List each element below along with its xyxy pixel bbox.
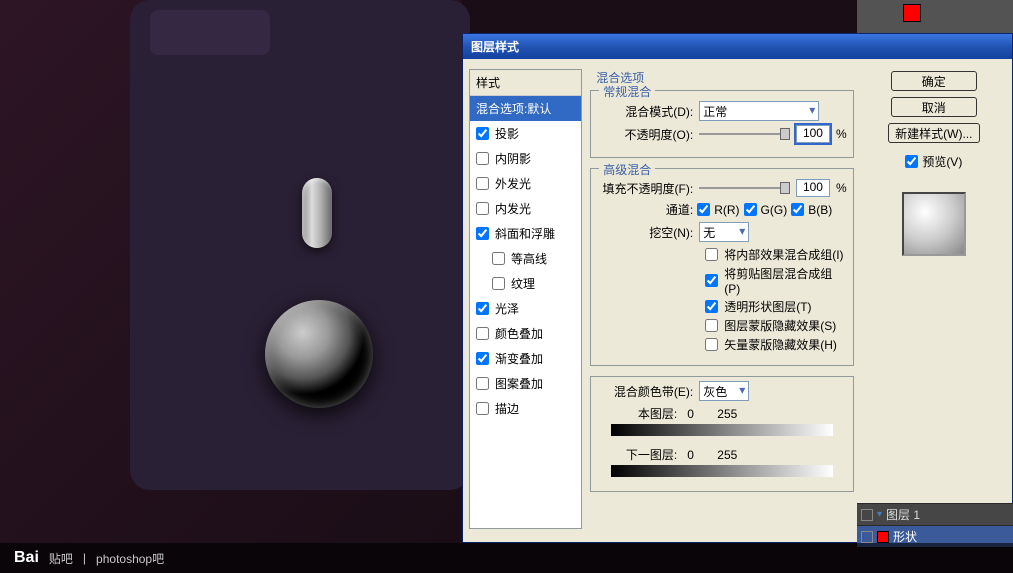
channel-r[interactable] bbox=[697, 203, 710, 216]
layers-panel: ▾ 图层 1 形状 bbox=[857, 503, 1013, 543]
style-contour[interactable]: 等高线 bbox=[470, 246, 581, 271]
watermark-bar: Bai 贴吧 | photoshop吧 bbox=[0, 543, 1013, 573]
tieba-label: 贴吧 bbox=[49, 550, 73, 567]
knockout-label: 挖空(N): bbox=[597, 224, 693, 241]
opacity-label: 不透明度(O): bbox=[597, 126, 693, 143]
sensor-pill bbox=[302, 178, 332, 248]
style-bevel[interactable]: 斜面和浮雕 bbox=[470, 221, 581, 246]
forum-name: photoshop吧 bbox=[96, 550, 164, 567]
device-body bbox=[130, 0, 470, 490]
style-gradient-overlay[interactable]: 渐变叠加 bbox=[470, 346, 581, 371]
blend-if-label: 混合颜色带(E): bbox=[597, 383, 693, 400]
blend-if-group: 混合颜色带(E): 灰色 ▾ 本图层: 0 255 下一图层: 0 255 bbox=[590, 376, 853, 492]
opt-vectormask[interactable] bbox=[705, 338, 718, 351]
shape-swatch bbox=[877, 531, 889, 543]
opt-transparency[interactable] bbox=[705, 300, 718, 313]
general-legend: 常规混合 bbox=[599, 83, 655, 100]
foreground-swatch[interactable] bbox=[903, 4, 921, 22]
channel-g[interactable] bbox=[744, 203, 757, 216]
styles-list: 样式 混合选项:默认 投影 内阴影 外发光 内发光 斜面和浮雕 等高线 纹理 光… bbox=[469, 69, 582, 529]
new-style-button[interactable]: 新建样式(W)... bbox=[888, 123, 980, 143]
cancel-button[interactable]: 取消 bbox=[891, 97, 977, 117]
style-blend-default[interactable]: 混合选项:默认 bbox=[470, 96, 581, 121]
ok-button[interactable]: 确定 bbox=[891, 71, 977, 91]
under-layer-label: 下一图层: bbox=[597, 446, 677, 463]
style-outer-glow[interactable]: 外发光 bbox=[470, 171, 581, 196]
device-notch bbox=[150, 10, 270, 55]
fill-opacity-slider[interactable] bbox=[699, 187, 790, 189]
opt-interior[interactable] bbox=[705, 248, 718, 261]
style-stroke[interactable]: 描边 bbox=[470, 396, 581, 421]
visibility-icon[interactable] bbox=[861, 509, 873, 521]
style-inner-shadow[interactable]: 内阴影 bbox=[470, 146, 581, 171]
advanced-blend-group: 高级混合 填充不透明度(F): 100 % 通道: R(R) G(G) B(B)… bbox=[590, 168, 853, 366]
styles-header: 样式 bbox=[470, 70, 581, 96]
preview-label: 预览(V) bbox=[922, 153, 962, 170]
preview-thumbnail bbox=[902, 192, 966, 256]
style-drop-shadow[interactable]: 投影 bbox=[470, 121, 581, 146]
canvas-area bbox=[0, 0, 462, 543]
blend-if-select[interactable]: 灰色 ▾ bbox=[699, 381, 749, 401]
knockout-select[interactable]: 无 ▾ bbox=[699, 222, 749, 242]
opacity-value[interactable]: 100 bbox=[796, 125, 830, 143]
visibility-icon[interactable] bbox=[861, 531, 873, 543]
dialog-title: 图层样式 bbox=[471, 38, 519, 55]
blend-mode-select[interactable]: 正常 ▾ bbox=[699, 101, 819, 121]
opacity-slider[interactable] bbox=[699, 133, 790, 135]
camera-lens bbox=[265, 300, 373, 408]
baidu-logo: Bai bbox=[14, 549, 39, 567]
dialog-title-bar[interactable]: 图层样式 bbox=[463, 34, 1012, 59]
opt-clip[interactable] bbox=[705, 274, 718, 287]
channels-label: 通道: bbox=[649, 201, 693, 218]
expand-icon[interactable]: ▾ bbox=[877, 509, 882, 520]
channel-b[interactable] bbox=[791, 203, 804, 216]
this-layer-label: 本图层: bbox=[597, 405, 677, 422]
style-pattern-overlay[interactable]: 图案叠加 bbox=[470, 371, 581, 396]
blend-options-panel: 混合选项 常规混合 混合模式(D): 正常 ▾ 不透明度(O): 100 % 高… bbox=[590, 69, 853, 529]
top-right-panel bbox=[857, 0, 1013, 33]
fill-opacity-value[interactable]: 100 bbox=[796, 179, 830, 197]
layer-row-1[interactable]: ▾ 图层 1 bbox=[857, 503, 1013, 525]
style-inner-glow[interactable]: 内发光 bbox=[470, 196, 581, 221]
this-layer-gradient[interactable] bbox=[611, 424, 832, 436]
style-color-overlay[interactable]: 颜色叠加 bbox=[470, 321, 581, 346]
opt-layermask[interactable] bbox=[705, 319, 718, 332]
advanced-legend: 高级混合 bbox=[599, 161, 655, 178]
style-satin[interactable]: 光泽 bbox=[470, 296, 581, 321]
fill-opacity-label: 填充不透明度(F): bbox=[597, 180, 693, 197]
preview-checkbox[interactable] bbox=[905, 155, 918, 168]
style-texture[interactable]: 纹理 bbox=[470, 271, 581, 296]
general-blend-group: 常规混合 混合模式(D): 正常 ▾ 不透明度(O): 100 % bbox=[590, 90, 853, 158]
layer-style-dialog: 图层样式 样式 混合选项:默认 投影 内阴影 外发光 内发光 斜面和浮雕 等高线… bbox=[462, 33, 1013, 543]
under-layer-gradient[interactable] bbox=[611, 465, 832, 477]
blend-mode-label: 混合模式(D): bbox=[597, 103, 693, 120]
